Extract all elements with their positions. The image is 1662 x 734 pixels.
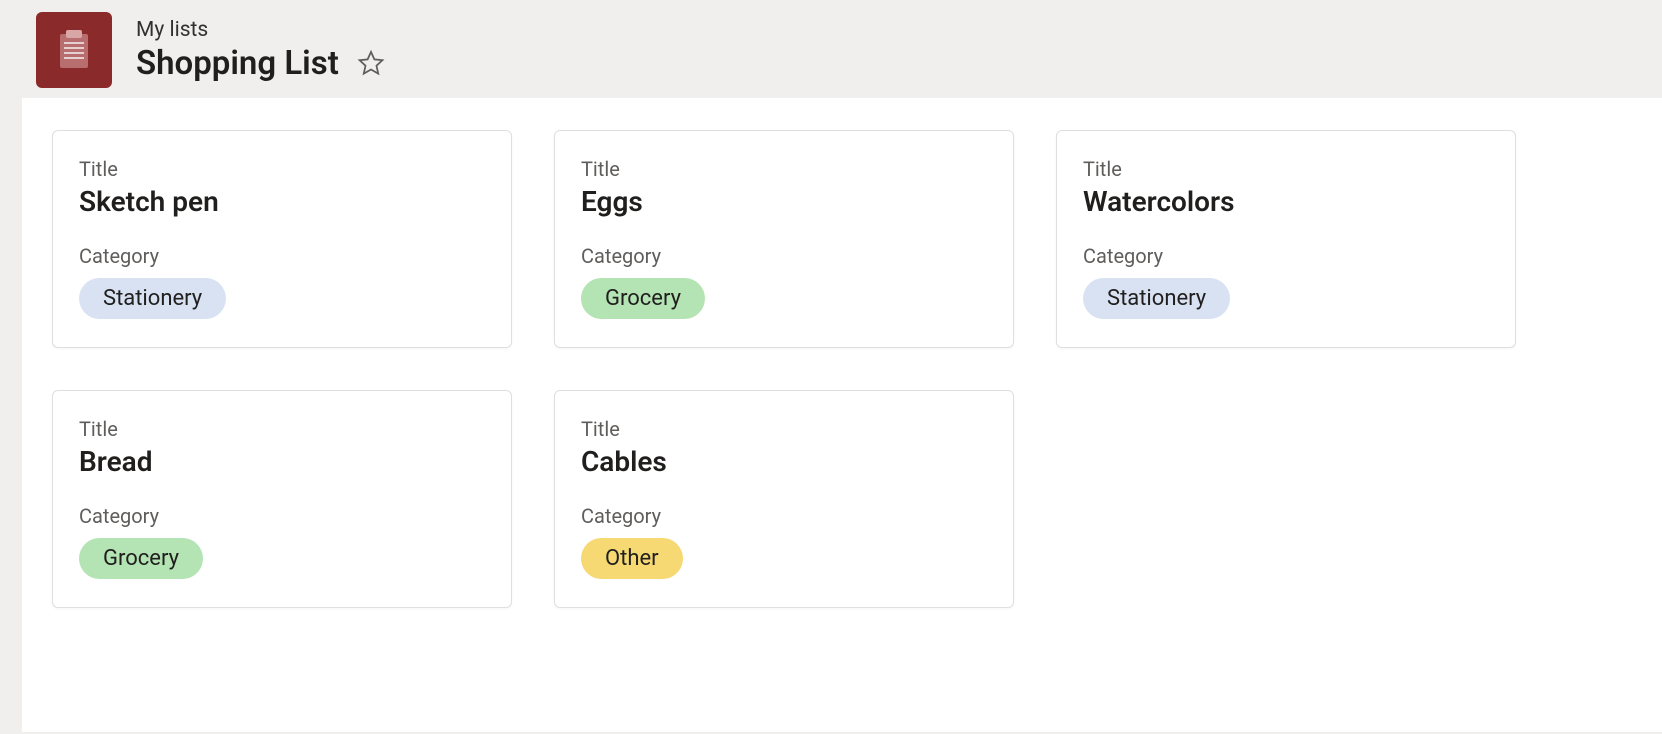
category-pill: Stationery xyxy=(79,278,226,319)
field-label-title: Title xyxy=(581,417,987,441)
item-title: Cables xyxy=(581,445,987,478)
field-label-category: Category xyxy=(79,504,485,528)
item-title: Sketch pen xyxy=(79,185,485,218)
field-label-title: Title xyxy=(79,157,485,181)
page-title: Shopping List xyxy=(136,44,339,83)
clipboard-icon xyxy=(50,26,98,74)
category-pill: Grocery xyxy=(79,538,203,579)
favorite-star-button[interactable] xyxy=(355,47,387,79)
title-row: Shopping List xyxy=(136,44,387,83)
field-label-category: Category xyxy=(581,244,987,268)
list-item-card[interactable]: Title Sketch pen Category Stationery xyxy=(52,130,512,348)
field-label-category: Category xyxy=(79,244,485,268)
field-label-title: Title xyxy=(1083,157,1489,181)
item-title: Watercolors xyxy=(1083,185,1489,218)
field-label-category: Category xyxy=(581,504,987,528)
content-area: Title Sketch pen Category Stationery Title Eg… xyxy=(22,98,1662,732)
field-label-title: Title xyxy=(581,157,987,181)
card-grid: Title Sketch pen Category Stationery Title Eg… xyxy=(52,130,1632,608)
star-icon xyxy=(357,49,385,77)
item-title: Bread xyxy=(79,445,485,478)
item-title: Eggs xyxy=(581,185,987,218)
breadcrumb[interactable]: My lists xyxy=(136,18,387,42)
category-pill: Stationery xyxy=(1083,278,1230,319)
category-pill: Other xyxy=(581,538,683,579)
list-item-card[interactable]: Title Watercolors Category Stationery xyxy=(1056,130,1516,348)
field-label-category: Category xyxy=(1083,244,1489,268)
list-item-card[interactable]: Title Eggs Category Grocery xyxy=(554,130,1014,348)
breadcrumb-wrap: My lists Shopping List xyxy=(136,18,387,83)
field-label-title: Title xyxy=(79,417,485,441)
page-header: My lists Shopping List xyxy=(0,0,1662,98)
category-pill: Grocery xyxy=(581,278,705,319)
list-item-card[interactable]: Title Cables Category Other xyxy=(554,390,1014,608)
list-item-card[interactable]: Title Bread Category Grocery xyxy=(52,390,512,608)
list-app-icon xyxy=(36,12,112,88)
